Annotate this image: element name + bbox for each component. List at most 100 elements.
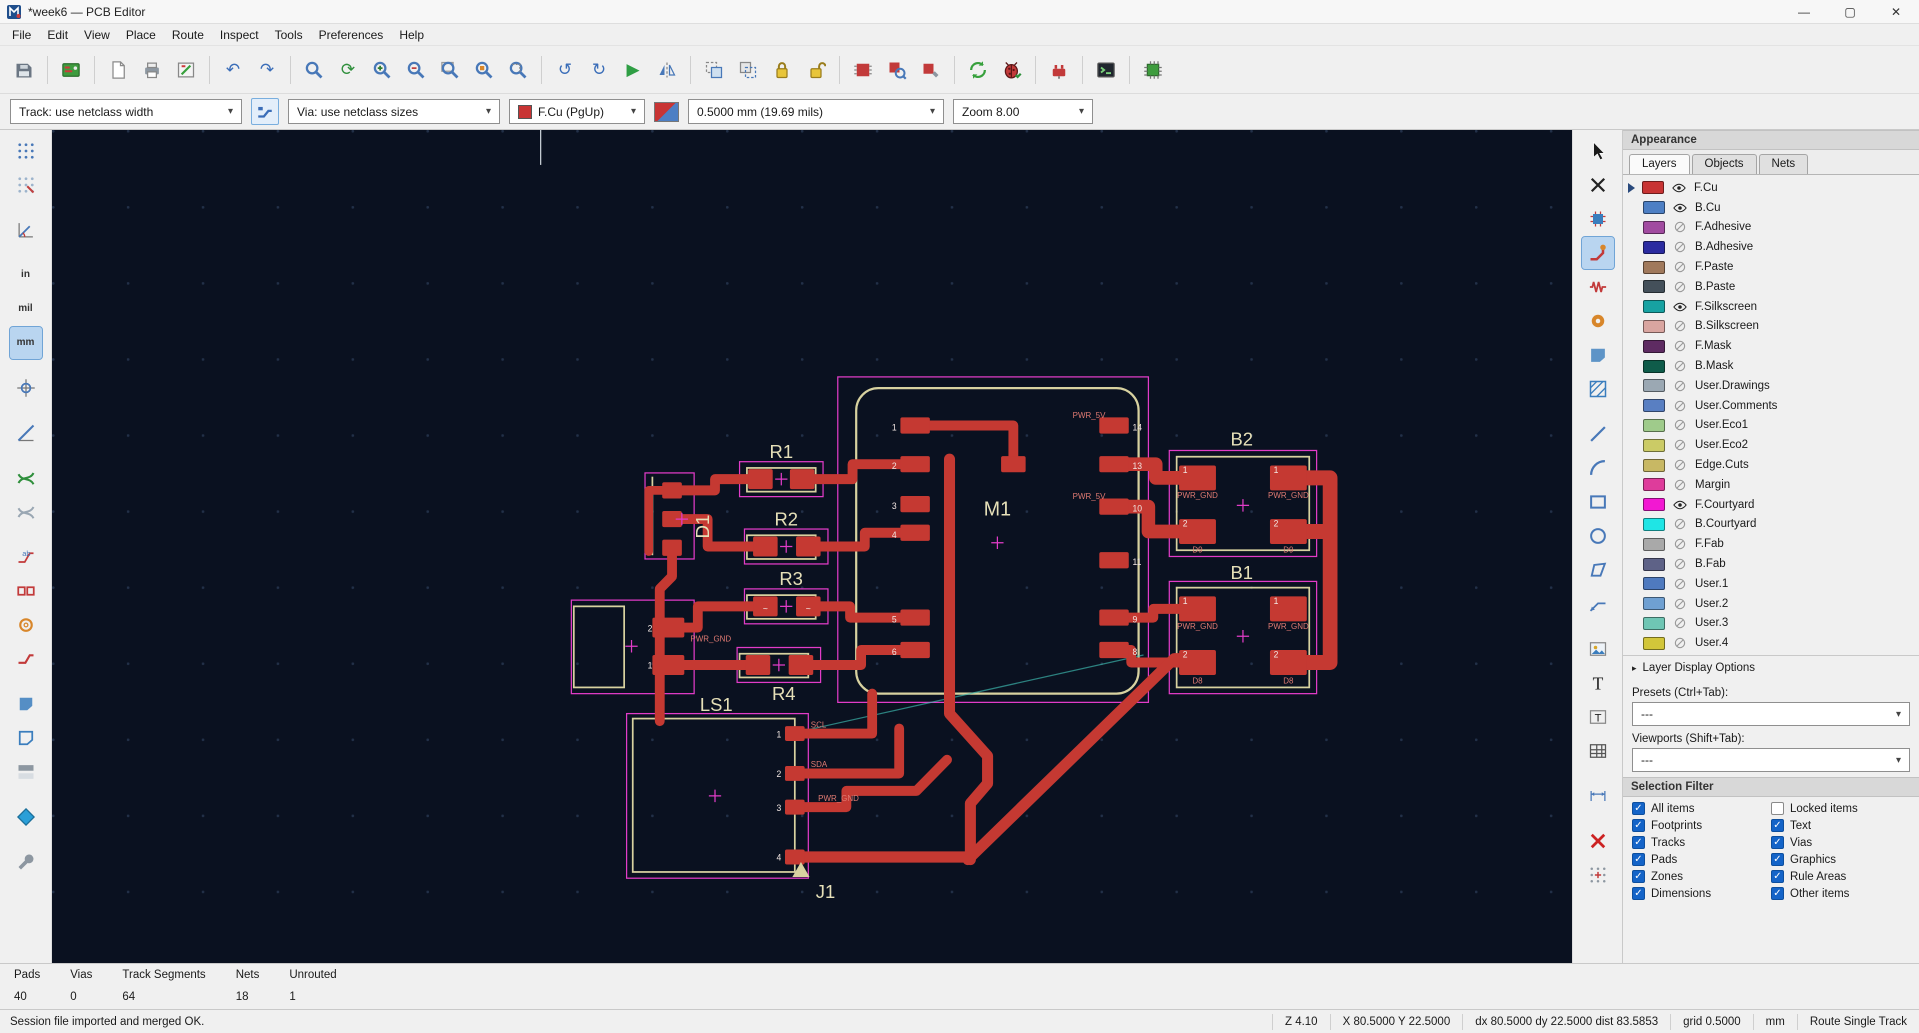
eye-off-icon[interactable] xyxy=(1672,556,1688,572)
zone-outline-icon[interactable] xyxy=(10,722,42,754)
grid-origin-icon[interactable] xyxy=(1582,859,1614,891)
lock-icon[interactable] xyxy=(766,54,798,86)
grid-icon[interactable] xyxy=(10,135,42,167)
minimize-button[interactable]: — xyxy=(1781,0,1827,23)
filter-vias[interactable]: ✓ Vias xyxy=(1771,836,1910,850)
layer-row[interactable]: B.Silkscreen xyxy=(1623,317,1919,337)
drc-icon[interactable] xyxy=(996,54,1028,86)
layer-color-swatch[interactable] xyxy=(1643,240,1665,254)
script-console-icon[interactable] xyxy=(1090,54,1122,86)
layer-color-swatch[interactable] xyxy=(1643,636,1665,650)
polar-coords-icon[interactable] xyxy=(10,214,42,246)
eye-off-icon[interactable] xyxy=(1672,536,1688,552)
undo-icon[interactable]: ↶ xyxy=(217,54,249,86)
filter-locked-items[interactable]: Locked items xyxy=(1771,802,1910,816)
draw-zone-icon[interactable] xyxy=(1582,339,1614,371)
eye-off-icon[interactable] xyxy=(1672,417,1688,433)
eye-off-icon[interactable] xyxy=(1672,338,1688,354)
properties-icon[interactable] xyxy=(10,846,42,878)
zoom-dropdown[interactable]: Zoom 8.00 ▾ xyxy=(953,99,1093,124)
filter-graphics[interactable]: ✓ Graphics xyxy=(1771,853,1910,867)
zoom-selection-icon[interactable] xyxy=(502,54,534,86)
mirror-icon[interactable] xyxy=(651,54,683,86)
zoom-in-icon[interactable] xyxy=(366,54,398,86)
close-button[interactable]: ✕ xyxy=(1873,0,1919,23)
layer-row[interactable]: F.Fab xyxy=(1623,534,1919,554)
net-names-icon[interactable]: ab xyxy=(10,541,42,573)
menu-route[interactable]: Route xyxy=(164,24,212,45)
place-table-icon[interactable] xyxy=(1582,735,1614,767)
filter-dimensions[interactable]: ✓ Dimensions xyxy=(1632,887,1771,901)
layer-row[interactable]: B.Mask xyxy=(1623,356,1919,376)
layer-color-swatch[interactable] xyxy=(1643,577,1665,591)
eye-off-icon[interactable] xyxy=(1672,219,1688,235)
free-angle-icon[interactable] xyxy=(10,417,42,449)
layer-row[interactable]: User.1 xyxy=(1623,574,1919,594)
curved-ratsnest-icon[interactable] xyxy=(10,496,42,528)
checkbox[interactable] xyxy=(1771,802,1784,816)
layer-row[interactable]: Margin xyxy=(1623,475,1919,495)
checkbox[interactable]: ✓ xyxy=(1632,802,1645,816)
layer-color-swatch[interactable] xyxy=(1643,498,1665,512)
layer-row[interactable]: F.Paste xyxy=(1623,257,1919,277)
checkbox[interactable]: ✓ xyxy=(1632,887,1645,901)
eye-icon[interactable] xyxy=(1672,200,1688,216)
layer-color-swatch[interactable] xyxy=(1643,319,1665,333)
checkbox[interactable]: ✓ xyxy=(1771,836,1784,850)
rotate-ccw-icon[interactable]: ↺ xyxy=(549,54,581,86)
layer-color-swatch[interactable] xyxy=(1643,458,1665,472)
layer-color-swatch[interactable] xyxy=(1643,517,1665,531)
checkbox[interactable]: ✓ xyxy=(1632,870,1645,884)
layer-color-swatch[interactable] xyxy=(1643,201,1665,215)
menu-help[interactable]: Help xyxy=(391,24,432,45)
layer-row[interactable]: B.Courtyard xyxy=(1623,515,1919,535)
eye-off-icon[interactable] xyxy=(1672,635,1688,651)
layer-row[interactable]: F.Silkscreen xyxy=(1623,297,1919,317)
plot-icon[interactable] xyxy=(170,54,202,86)
filter-tracks[interactable]: ✓ Tracks xyxy=(1632,836,1771,850)
checkbox[interactable]: ✓ xyxy=(1771,819,1784,833)
eye-off-icon[interactable] xyxy=(1672,615,1688,631)
draw-line-icon[interactable] xyxy=(1582,418,1614,450)
rule-area-icon[interactable] xyxy=(1582,373,1614,405)
zoom-fit-icon[interactable] xyxy=(434,54,466,86)
eye-icon[interactable] xyxy=(1672,497,1688,513)
layer-color-swatch[interactable] xyxy=(1642,181,1664,195)
redo-icon[interactable]: ↷ xyxy=(251,54,283,86)
draw-arc-icon[interactable] xyxy=(1582,452,1614,484)
refresh-icon[interactable]: ⟳ xyxy=(332,54,364,86)
zone-display-icon[interactable] xyxy=(10,688,42,720)
footprint-properties-icon[interactable] xyxy=(915,54,947,86)
layer-color-swatch[interactable] xyxy=(1643,537,1665,551)
menu-edit[interactable]: Edit xyxy=(39,24,76,45)
layer-row[interactable]: F.Cu xyxy=(1623,178,1919,198)
eye-icon[interactable] xyxy=(1671,180,1687,196)
viewports-dropdown[interactable]: --- ▾ xyxy=(1632,748,1910,773)
eye-off-icon[interactable] xyxy=(1672,239,1688,255)
update-pcb-icon[interactable] xyxy=(962,54,994,86)
layer-color-swatch[interactable] xyxy=(1643,379,1665,393)
filter-rule-areas[interactable]: ✓ Rule Areas xyxy=(1771,870,1910,884)
board-setup-icon[interactable] xyxy=(55,54,87,86)
eye-off-icon[interactable] xyxy=(1672,457,1688,473)
checkbox[interactable]: ✓ xyxy=(1632,853,1645,867)
checkbox[interactable]: ✓ xyxy=(1771,870,1784,884)
track-width-value-dropdown[interactable]: 0.5000 mm (19.69 mils) ▾ xyxy=(688,99,944,124)
units-inches-icon[interactable]: in xyxy=(10,259,42,291)
place-footprint-icon[interactable] xyxy=(1582,203,1614,235)
zoom-out-icon[interactable] xyxy=(400,54,432,86)
print-icon[interactable] xyxy=(136,54,168,86)
track-width-menu-button[interactable] xyxy=(251,98,279,125)
grid-overrides-icon[interactable] xyxy=(10,169,42,201)
filter-text[interactable]: ✓ Text xyxy=(1771,819,1910,833)
layer-color-swatch[interactable] xyxy=(1643,359,1665,373)
menu-place[interactable]: Place xyxy=(118,24,164,45)
layer-color-swatch[interactable] xyxy=(1643,300,1665,314)
layer-row[interactable]: User.2 xyxy=(1623,594,1919,614)
layer-color-swatch[interactable] xyxy=(1643,260,1665,274)
eye-off-icon[interactable] xyxy=(1672,596,1688,612)
ungroup-icon[interactable] xyxy=(732,54,764,86)
layer-color-swatch[interactable] xyxy=(1643,616,1665,630)
layer-row[interactable]: User.Eco1 xyxy=(1623,416,1919,436)
delete-icon[interactable] xyxy=(1582,825,1614,857)
